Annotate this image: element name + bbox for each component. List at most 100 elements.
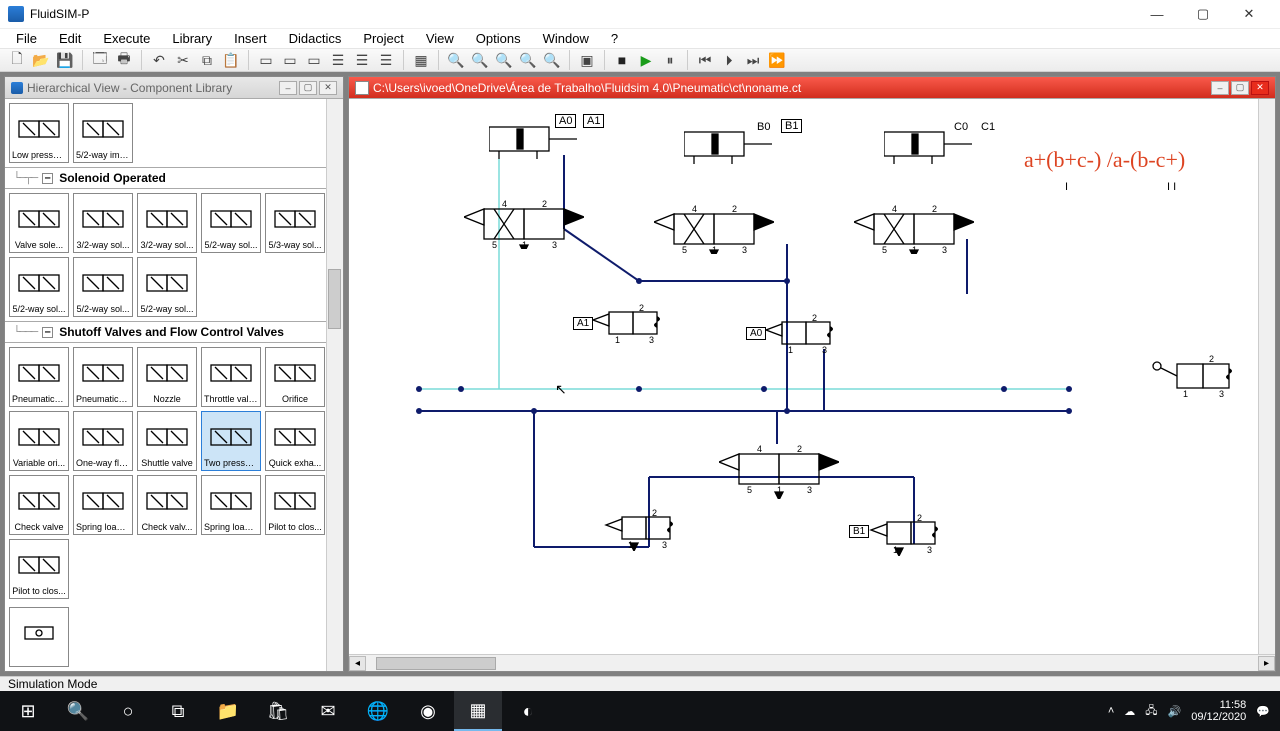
canvas-vscrollbar[interactable] [1258,99,1275,654]
open-icon[interactable]: 📂 [30,49,52,71]
library-item[interactable]: Check valv... [137,475,197,535]
scrollbar-thumb[interactable] [376,657,496,670]
explorer-icon[interactable]: 📁 [204,691,252,731]
menu-library[interactable]: Library [162,29,222,48]
menu-help[interactable]: ? [601,29,628,48]
library-item[interactable]: 5/2-way sol... [201,193,261,253]
close-button[interactable]: ✕ [1226,0,1272,28]
align-right-icon[interactable]: ▭ [303,49,325,71]
play-button[interactable]: ▶ [635,49,657,71]
maximize-button[interactable]: ▢ [1180,0,1226,28]
library-item[interactable]: Two pressur... [201,411,261,471]
library-item[interactable]: Spring loade... [201,475,261,535]
library-item[interactable]: 5/2-way sol... [9,257,69,317]
valve-3-2-a0[interactable]: 213 [764,314,844,354]
zoom-area-icon[interactable]: 🔍 [493,49,515,71]
zoom-100-icon[interactable]: 🔍 [541,49,563,71]
menu-execute[interactable]: Execute [93,29,160,48]
canvas-titlebar[interactable]: C:\Users\ivoed\OneDrive\Área de Trabalho… [349,77,1275,99]
align-middle-icon[interactable]: ☰ [351,49,373,71]
library-item[interactable]: 5/2-way sol... [137,257,197,317]
scroll-right-icon[interactable]: ▸ [1258,656,1275,671]
mail-icon[interactable]: ✉ [304,691,352,731]
skip-end-icon[interactable]: ⏭ [742,49,764,71]
menu-file[interactable]: File [6,29,47,48]
library-item[interactable]: Pneumatic t... [73,347,133,407]
copy-icon[interactable]: ⧉ [196,49,218,71]
fast-forward-icon[interactable]: ⏩ [766,49,788,71]
library-item[interactable]: 5/3-way sol... [265,193,325,253]
library-section-solenoid[interactable]: └─┬─– Solenoid Operated [5,167,343,189]
library-item[interactable]: One-way flo... [73,411,133,471]
panel-maximize-icon[interactable]: ▢ [299,81,317,95]
undo-icon[interactable]: ↶ [148,49,170,71]
menu-edit[interactable]: Edit [49,29,91,48]
align-bottom-icon[interactable]: ☰ [375,49,397,71]
panel-minimize-icon[interactable]: – [1211,81,1229,95]
collapse-icon[interactable]: – [42,327,53,338]
canvas[interactable]: A0 A1 B0 B1 C0 C1 a+(b+c-) /a-(b-c+) I I… [349,99,1275,654]
library-section-shutoff[interactable]: └───– Shutoff Valves and Flow Control Va… [5,321,343,343]
menu-project[interactable]: Project [353,29,413,48]
library-item[interactable]: 3/2-way sol... [137,193,197,253]
library-item[interactable]: Orifice [265,347,325,407]
library-item[interactable]: 5/2-way sol... [73,257,133,317]
library-item[interactable]: Variable ori... [9,411,69,471]
zoom-in-icon[interactable]: 🔍 [517,49,539,71]
new-icon[interactable]: 🗋 [6,49,28,71]
library-item[interactable]: 5/2-way imp... [73,103,133,163]
cut-icon[interactable]: ✂ [172,49,194,71]
chrome-icon[interactable]: ◉ [404,691,452,731]
canvas-hscrollbar[interactable]: ◂ ▸ [349,654,1275,671]
library-item[interactable]: Throttle valve [201,347,261,407]
scrollbar-thumb[interactable] [328,269,341,329]
skip-start-icon[interactable]: ⏮ [694,49,716,71]
menu-window[interactable]: Window [533,29,599,48]
align-center-icon[interactable]: ▭ [279,49,301,71]
obs-icon[interactable]: ◐ [504,691,552,731]
stop-button[interactable]: ■ [611,49,633,71]
valve-5-2-a[interactable]: 42 513 [464,199,584,249]
tray-onedrive-icon[interactable]: ☁ [1124,705,1135,718]
library-item[interactable]: Pilot to clos... [9,539,69,599]
collapse-icon[interactable]: – [42,173,53,184]
notifications-icon[interactable]: 💬 [1256,705,1270,718]
library-item[interactable]: Check valve [9,475,69,535]
valve-5-2-b[interactable]: 42513 [654,204,774,254]
library-item[interactable] [9,607,69,667]
tray-chevron-icon[interactable]: ˄ [1108,705,1114,717]
scroll-left-icon[interactable]: ◂ [349,656,366,671]
step-icon[interactable]: ⏵ [718,49,740,71]
panel-maximize-icon[interactable]: ▢ [1231,81,1249,95]
menu-didactics[interactable]: Didactics [279,29,352,48]
library-item[interactable]: Pilot to clos... [265,475,325,535]
preview-icon[interactable]: 🗔 [89,49,111,71]
print-icon[interactable]: 🖶 [113,49,135,71]
check-icon[interactable]: ▣ [576,49,598,71]
valve-5-2-group[interactable]: 42513 [719,444,839,499]
search-icon[interactable]: 🔍 [54,691,102,731]
edge-icon[interactable]: 🌐 [354,691,402,731]
zoom-fit-icon[interactable]: 🔍 [469,49,491,71]
store-icon[interactable]: 🛍 [254,691,302,731]
valve-5-2-c[interactable]: 42513 [854,204,974,254]
valve-3-2-b1[interactable]: 213 [869,514,949,556]
taskbar-clock[interactable]: 11:58 09/12/2020 [1191,699,1246,723]
menu-insert[interactable]: Insert [224,29,277,48]
menu-options[interactable]: Options [466,29,531,48]
tray-network-icon[interactable]: 🖧 [1145,702,1157,721]
start-button[interactable]: ⊞ [4,691,52,731]
library-item[interactable]: Quick exha... [265,411,325,471]
cortana-icon[interactable]: ○ [104,691,152,731]
library-item[interactable]: Pneumatic t... [9,347,69,407]
grid-icon[interactable]: ▦ [410,49,432,71]
valve-3-2-lower-left[interactable]: 213 [604,509,684,551]
zoom-out-icon[interactable]: 🔍 [445,49,467,71]
library-item[interactable]: Shuttle valve [137,411,197,471]
align-top-icon[interactable]: ☰ [327,49,349,71]
paste-icon[interactable]: 📋 [220,49,242,71]
library-item[interactable]: 3/2-way sol... [73,193,133,253]
pause-button[interactable]: ⏸ [659,49,681,71]
align-left-icon[interactable]: ▭ [255,49,277,71]
library-titlebar[interactable]: Hierarchical View - Component Library – … [5,77,343,99]
